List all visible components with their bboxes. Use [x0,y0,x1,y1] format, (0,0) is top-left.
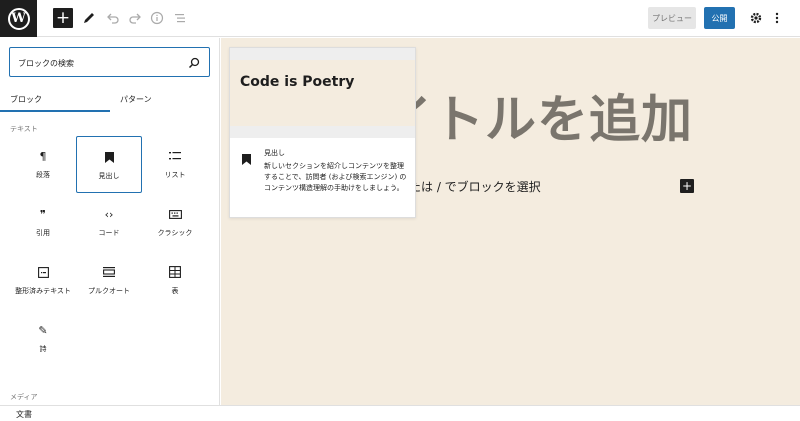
block-item-list[interactable]: リスト [142,136,208,193]
block-appender-prompt[interactable]: または / でブロックを選択 [397,178,541,195]
category-label-text: テキスト [10,125,38,133]
block-item-heading[interactable]: 見出し [76,136,142,193]
block-item-label: 詩 [39,345,47,353]
block-item-label: コード [98,229,120,237]
block-item-label: 見出し [98,172,120,180]
post-title-placeholder[interactable]: イトルを追加 [381,78,693,152]
block-item-classic[interactable]: クラシック [142,194,208,251]
active-tab-indicator [0,110,110,112]
preview-bottom-strip [230,126,415,138]
block-item-paragraph[interactable]: ¶ 段落 [10,136,76,193]
publish-button[interactable]: 公開 [704,7,735,29]
preview-block-description: 新しいセクションを紹介しコンテンツを整理することで、訪問者 (および検索エンジン… [264,162,407,192]
pencil-icon[interactable] [79,8,99,28]
list-icon [168,149,182,163]
wordpress-logo-letter: W [7,7,30,30]
block-item-verse[interactable]: ✎ 詩 [10,310,76,367]
preview-button[interactable]: プレビュー [648,7,696,29]
block-item-preformatted[interactable]: 整形済みテキスト [10,252,76,309]
list-view-icon[interactable] [170,8,190,28]
keyboard-icon [168,207,182,221]
block-search-input[interactable] [18,55,188,71]
block-item-label: クラシック [157,229,193,237]
more-options-icon[interactable] [771,9,783,27]
tab-patterns[interactable]: パターン [120,86,220,112]
inline-add-block-button[interactable]: + [680,179,694,193]
block-inserter-panel: ブロック パターン テキスト ¶ 段落 見出し リスト ❞ 引用 ‹› コード … [0,38,220,405]
top-toolbar: W + プレビュー 公開 [0,0,800,37]
breadcrumb[interactable]: 文書 [16,409,32,420]
block-item-label: プルクオート [88,287,130,295]
preview-block-name: 見出し [264,149,285,157]
block-item-quote[interactable]: ❞ 引用 [10,194,76,251]
block-item-label: 段落 [36,171,50,179]
block-item-pullquote[interactable]: プルクオート [76,252,142,309]
code-icon: ‹› [104,207,114,221]
quote-icon: ❞ [40,207,46,221]
info-icon[interactable] [147,8,167,28]
feather-icon: ✎ [38,323,48,337]
undo-icon[interactable] [103,8,123,28]
editor-footer: 文書 [0,405,800,421]
category-label-media: メディア [10,393,38,401]
inserter-tabs: ブロック パターン [0,86,219,112]
block-item-label: 表 [171,287,179,295]
add-block-button[interactable]: + [53,8,73,28]
gear-icon[interactable] [748,9,764,27]
wordpress-logo-icon[interactable]: W [0,0,37,37]
tab-blocks[interactable]: ブロック [10,86,110,112]
paragraph-icon: ¶ [39,149,47,163]
block-item-label: リスト [164,171,186,179]
pullquote-icon [102,265,116,279]
block-item-label: 整形済みテキスト [15,287,71,295]
bookmark-icon [242,150,252,165]
block-item-label: 引用 [36,229,50,237]
preformatted-icon [36,265,50,279]
block-item-table[interactable]: 表 [142,252,208,309]
search-box[interactable] [9,47,210,77]
preview-heading-text: Code is Poetry [240,74,355,90]
block-item-code[interactable]: ‹› コード [76,194,142,251]
search-icon[interactable] [187,55,201,69]
block-preview-popover: Code is Poetry 見出し 新しいセクションを紹介しコンテンツを整理す… [229,47,416,218]
preview-area [230,60,415,126]
table-icon [168,265,182,279]
preview-top-strip [230,48,415,60]
redo-icon[interactable] [125,8,145,28]
bookmark-icon [102,150,116,164]
